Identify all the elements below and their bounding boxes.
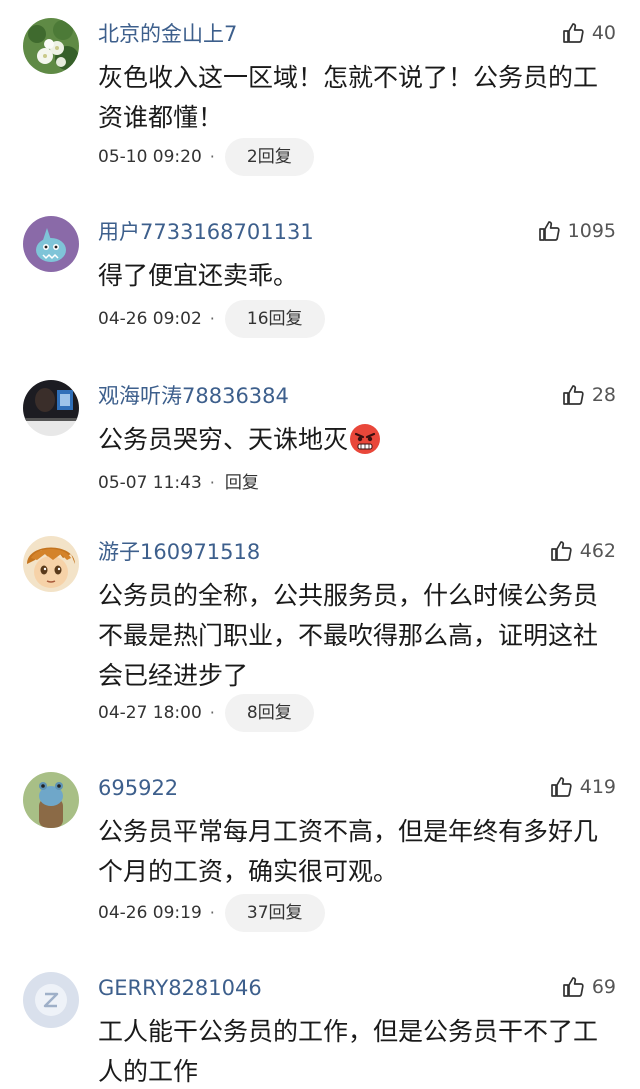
comment-text: 公务员哭穷、天诛地灭 (98, 420, 613, 460)
avatar-flowers-image (23, 18, 79, 74)
thumbs-up-icon (562, 385, 584, 405)
username[interactable]: 用户7733168701131 (98, 218, 314, 246)
username[interactable]: 观海听涛78836384 (98, 382, 289, 410)
like-count: 419 (579, 776, 616, 798)
timestamp: 05-07 11:43 (98, 473, 202, 493)
like-count: 69 (591, 976, 616, 998)
like-button[interactable]: 40 (562, 18, 616, 48)
avatar-cartoon-creature-image (23, 772, 79, 828)
avatar-default-placeholder-image (23, 972, 79, 1028)
like-button[interactable]: 462 (550, 536, 616, 566)
like-button[interactable]: 419 (550, 772, 616, 802)
comment-text: 公务员平常每月工资不高，但是年终有多好几个月的工资，确实很可观。 (98, 817, 599, 886)
comment-meta: 04-26 09:19 · 37回复 (98, 894, 325, 932)
avatar-anime-boy-image (23, 536, 79, 592)
thumbs-up-icon (562, 977, 584, 997)
reply-button[interactable]: 8回复 (224, 694, 314, 732)
avatar[interactable] (23, 536, 79, 592)
angry-face-emoji-icon (350, 424, 381, 454)
comment-meta: 05-10 09:20 · 2回复 (98, 138, 314, 176)
comment-text: 公务员的全称，公共服务员，什么时候公务员不最是热门职业，不最吹得那么高，证明这社… (98, 581, 599, 690)
avatar[interactable] (23, 380, 79, 436)
thumbs-up-icon (562, 23, 584, 43)
thumbs-up-icon (538, 221, 560, 241)
separator-dot: · (209, 703, 215, 722)
like-count: 462 (579, 540, 616, 562)
like-button[interactable]: 28 (562, 380, 616, 410)
like-count: 1095 (567, 220, 616, 242)
timestamp: 04-26 09:19 (98, 903, 202, 923)
comment-text: 工人能干公务员的工作，但是公务员干不了工人的工作 (98, 1017, 599, 1086)
thumbs-up-icon (550, 777, 572, 797)
reply-button[interactable]: 16回复 (224, 300, 325, 338)
username[interactable]: 695922 (98, 774, 178, 802)
like-button[interactable]: 69 (562, 972, 616, 1002)
comment-text: 得了便宜还卖乖。 (98, 261, 299, 290)
like-count: 28 (591, 384, 616, 406)
timestamp: 05-10 09:20 (98, 147, 202, 167)
avatar[interactable] (23, 772, 79, 828)
comment-feed: 北京的金山上7 40 灰色收入这一区域！怎就不说了！公务员的工资谁都懂！ 05-… (0, 0, 640, 1089)
comment-text-body: 公务员哭穷、天诛地灭 (98, 425, 349, 454)
comment-text: 灰色收入这一区域！怎就不说了！公务员的工资谁都懂！ (98, 63, 599, 132)
thumbs-up-icon (550, 541, 572, 561)
comment-meta: 04-27 18:00 · 8回复 (98, 694, 314, 732)
avatar-cartoon-shark-image (23, 216, 79, 272)
reply-button[interactable]: 37回复 (224, 894, 325, 932)
avatar[interactable] (23, 972, 79, 1028)
separator-dot: · (209, 147, 215, 166)
separator-dot: · (209, 309, 215, 328)
separator-dot: · (209, 903, 215, 922)
timestamp: 04-26 09:02 (98, 309, 202, 329)
username[interactable]: GERRY8281046 (98, 974, 262, 1002)
separator-dot: · (209, 473, 215, 492)
like-button[interactable]: 1095 (538, 216, 616, 246)
avatar[interactable] (23, 216, 79, 272)
like-count: 40 (591, 22, 616, 44)
reply-button[interactable]: 回复 (225, 464, 259, 502)
reply-button[interactable]: 2回复 (224, 138, 314, 176)
timestamp: 04-27 18:00 (98, 703, 202, 723)
username[interactable]: 游子160971518 (98, 538, 260, 566)
avatar[interactable] (23, 18, 79, 74)
comment-meta: 05-07 11:43 · 回复 (98, 464, 259, 502)
avatar-dark-photo-image (23, 380, 79, 436)
comment-meta: 04-26 09:02 · 16回复 (98, 300, 325, 338)
username[interactable]: 北京的金山上7 (98, 20, 237, 48)
